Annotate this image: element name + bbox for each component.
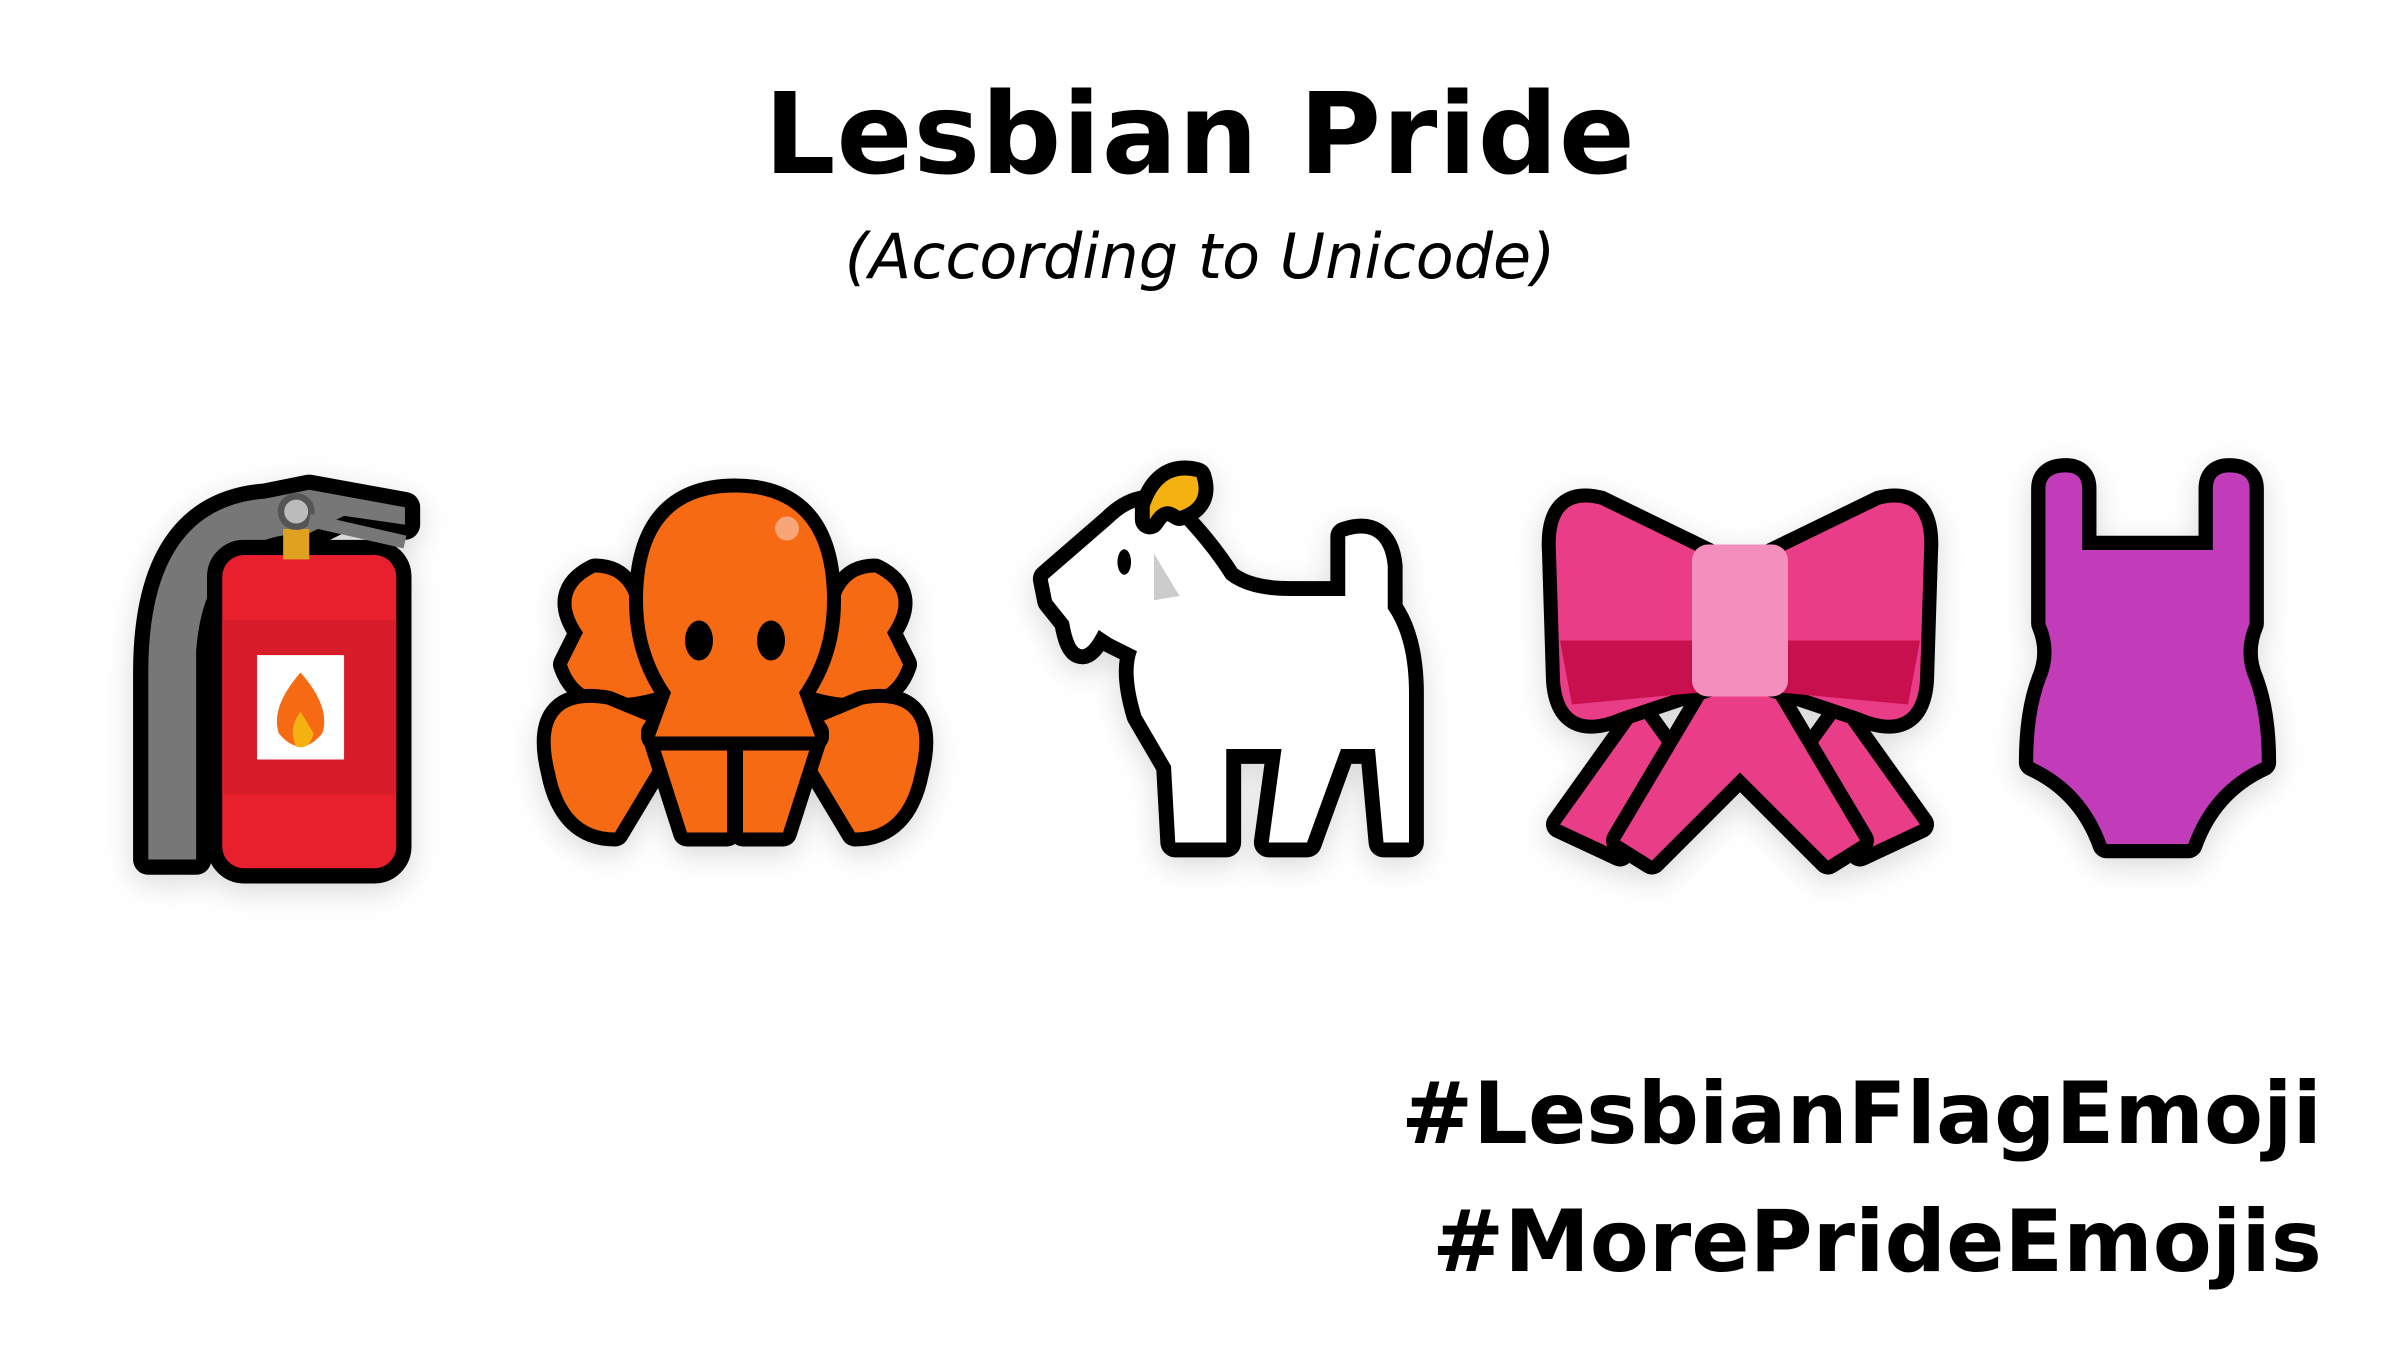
- hashtag-lesbian-flag-emoji: #LesbianFlagEmoji: [1401, 1064, 2322, 1164]
- goat-icon: [1032, 455, 1460, 890]
- page-subtitle: (According to Unicode): [844, 220, 1556, 293]
- one-piece-swimsuit-icon: [2018, 455, 2277, 890]
- ribbon-icon: [1540, 455, 1940, 890]
- fire-extinguisher-icon: [133, 455, 440, 890]
- hashtag-more-pride-emojis: #MorePrideEmojis: [1432, 1192, 2322, 1292]
- octopus-icon: [535, 455, 935, 890]
- page-title: Lesbian Pride: [764, 70, 1636, 200]
- hashtags: #LesbianFlagEmoji #MorePrideEmojis: [1401, 1050, 2322, 1306]
